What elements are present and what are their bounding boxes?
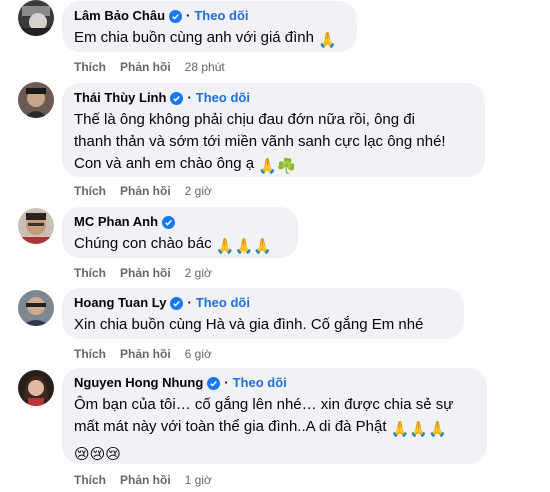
- comment-actions: Thích Phản hồi 2 giờ: [74, 183, 212, 199]
- verified-badge-icon: [169, 9, 183, 23]
- comment-bubble: Nguyen Hong Nhung · Theo dõi Ôm bạn của …: [62, 368, 487, 464]
- follow-button[interactable]: Theo dõi: [196, 90, 250, 106]
- like-button[interactable]: Thích: [74, 266, 106, 280]
- follow-button[interactable]: Theo dõi: [233, 375, 287, 391]
- comment-timestamp[interactable]: 28 phút: [185, 60, 225, 74]
- like-button[interactable]: Thích: [74, 60, 106, 74]
- like-button[interactable]: Thích: [74, 473, 106, 487]
- comment-text: Em chia buồn cùng anh với giá đình 🙏: [74, 27, 345, 52]
- comment-actions: Thích Phản hồi 28 phút: [74, 59, 225, 75]
- commenter-name[interactable]: Nguyen Hong Nhung: [74, 375, 203, 391]
- reply-button[interactable]: Phản hồi: [120, 60, 171, 74]
- comment-bubble: Lâm Bảo Châu · Theo dõi Em chia buồn cùn…: [62, 1, 357, 52]
- avatar[interactable]: [18, 208, 54, 244]
- commenter-name[interactable]: Lâm Bảo Châu: [74, 8, 165, 24]
- comment-bubble: Hoang Tuan Ly · Theo dõi Xin chia buồn c…: [62, 288, 464, 339]
- like-button[interactable]: Thích: [74, 347, 106, 361]
- comment-actions: Thích Phản hồi 2 giờ: [74, 265, 212, 281]
- comment-timestamp[interactable]: 6 giờ: [185, 347, 212, 361]
- praying-hands-shamrock-emoji-icon: 🙏☘️: [258, 158, 296, 175]
- verified-badge-icon: [170, 296, 184, 310]
- praying-hands-emoji-icon: 🙏🙏🙏: [215, 238, 272, 255]
- reply-button[interactable]: Phản hồi: [120, 266, 171, 280]
- comment-timestamp[interactable]: 1 giờ: [185, 473, 212, 487]
- verified-badge-icon: [170, 91, 184, 105]
- commenter-name[interactable]: Thái Thùy Linh: [74, 90, 166, 106]
- comment-text: Thế là ông không phải chịu đau đớn nữa r…: [74, 109, 473, 178]
- like-button[interactable]: Thích: [74, 184, 106, 198]
- comment-actions: Thích Phản hồi 1 giờ: [74, 472, 212, 488]
- commenter-name[interactable]: Hoang Tuan Ly: [74, 295, 166, 311]
- comment-timestamp[interactable]: 2 giờ: [185, 266, 212, 280]
- comment-timestamp[interactable]: 2 giờ: [185, 184, 212, 198]
- follow-button[interactable]: Theo dõi: [196, 295, 250, 311]
- commenter-name[interactable]: MC Phan Anh: [74, 214, 158, 230]
- verified-badge-icon: [162, 215, 176, 229]
- praying-hands-emoji-icon: 🙏🙏🙏: [390, 421, 447, 438]
- reply-button[interactable]: Phản hồi: [120, 347, 171, 361]
- avatar[interactable]: [18, 0, 54, 36]
- verified-badge-icon: [207, 376, 221, 390]
- crying-face-emoji-icon: 😢😢😢: [74, 446, 121, 463]
- avatar[interactable]: [18, 370, 54, 406]
- comment-text: Ôm bạn của tôi… cố gắng lên nhé… xin đượ…: [74, 394, 475, 466]
- praying-hands-emoji-icon: 🙏: [318, 32, 337, 49]
- comment-text: Xin chia buồn cùng Hà và gia đình. Cố gắ…: [74, 316, 424, 333]
- avatar[interactable]: [18, 290, 54, 326]
- comment-actions: Thích Phản hồi 6 giờ: [74, 346, 212, 362]
- reply-button[interactable]: Phản hồi: [120, 473, 171, 487]
- reply-button[interactable]: Phản hồi: [120, 184, 171, 198]
- comment-bubble: Thái Thùy Linh · Theo dõi Thế là ông khô…: [62, 83, 485, 177]
- comment-bubble: MC Phan Anh Chúng con chào bác 🙏🙏🙏: [62, 207, 298, 258]
- avatar[interactable]: [18, 82, 54, 118]
- comment-text: Chúng con chào bác 🙏🙏🙏: [74, 233, 286, 258]
- follow-button[interactable]: Theo dõi: [194, 8, 248, 24]
